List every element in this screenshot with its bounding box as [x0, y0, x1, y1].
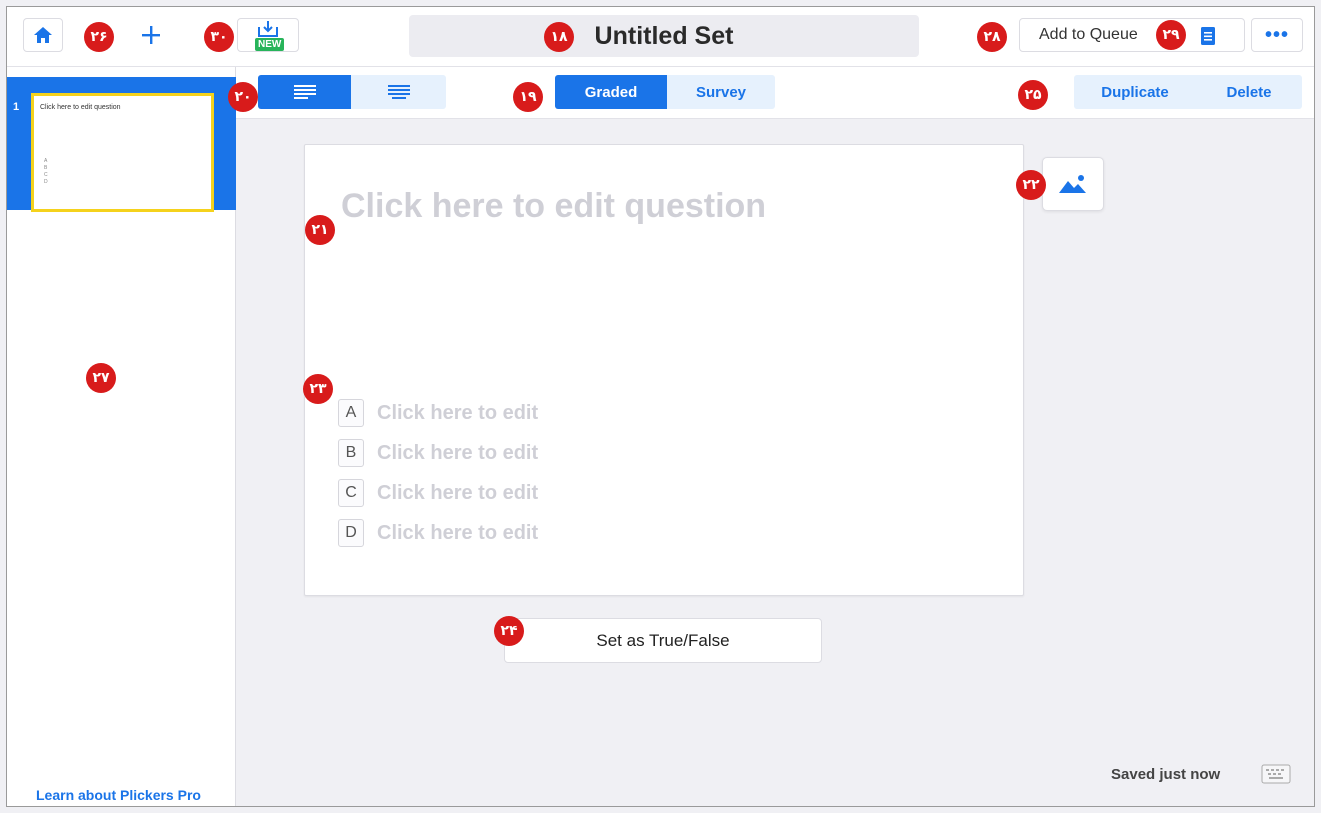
add-image-button[interactable] [1042, 157, 1104, 211]
answer-letter: D [338, 519, 364, 547]
thumbnail-answer: A [44, 158, 48, 164]
import-button[interactable]: NEW [237, 18, 299, 52]
keyboard-icon[interactable] [1261, 764, 1291, 784]
marker-21: ۲۱ [305, 215, 335, 245]
marker-24: ۲۴ [494, 616, 524, 646]
thumbnail-answer: B [44, 165, 48, 171]
survey-toggle[interactable]: Survey [667, 75, 775, 109]
answer-row[interactable]: A Click here to edit [338, 399, 538, 427]
answer-text-input[interactable]: Click here to edit [377, 402, 538, 425]
save-status: Saved just now [1111, 766, 1221, 783]
align-center-icon [387, 85, 410, 99]
align-left-button[interactable] [258, 75, 351, 109]
home-icon [34, 27, 52, 43]
align-center-button[interactable] [351, 75, 446, 109]
home-button[interactable] [23, 18, 63, 52]
set-true-false-button[interactable]: Set as True/False [504, 618, 822, 663]
learn-plickers-pro-link[interactable]: Learn about Plickers Pro [36, 787, 201, 803]
question-text-input[interactable]: Click here to edit question [341, 187, 766, 226]
align-left-icon [293, 85, 316, 99]
thumbnail-answer: C [44, 172, 48, 178]
marker-25: ۲۵ [1018, 80, 1048, 110]
new-badge: NEW [255, 38, 285, 51]
answer-row[interactable]: D Click here to edit [338, 519, 538, 547]
answer-text-input[interactable]: Click here to edit [377, 442, 538, 465]
answer-letter: B [338, 439, 364, 467]
set-title-input[interactable]: Untitled Set [409, 15, 919, 57]
delete-button[interactable]: Delete [1196, 75, 1302, 109]
marker-22: ۲۲ [1016, 170, 1046, 200]
more-options-button[interactable]: ••• [1251, 18, 1303, 52]
plus-icon [142, 26, 160, 44]
app-window: NEW Untitled Set Add to Queue ••• 1 Clic… [6, 6, 1315, 807]
marker-30: ۳۰ [204, 22, 234, 52]
set-title: Untitled Set [594, 21, 734, 50]
answer-text-input[interactable]: Click here to edit [377, 522, 538, 545]
answer-row[interactable]: C Click here to edit [338, 479, 538, 507]
question-toolbar: Graded Survey Duplicate Delete [236, 67, 1314, 119]
marker-27: ۲۷ [86, 363, 116, 393]
slide-sidebar: 1 Click here to edit question A B C D Le… [7, 67, 236, 806]
document-icon[interactable] [1200, 27, 1216, 45]
add-question-button[interactable] [131, 18, 171, 52]
duplicate-button[interactable]: Duplicate [1074, 75, 1196, 109]
graded-toggle[interactable]: Graded [555, 75, 667, 109]
import-icon [258, 21, 278, 37]
answer-letter: A [338, 399, 364, 427]
add-to-queue-button[interactable]: Add to Queue [1019, 18, 1245, 52]
slide-thumbnail[interactable]: Click here to edit question A B C D [31, 93, 214, 212]
thumbnail-question: Click here to edit question [40, 104, 121, 111]
image-icon [1059, 175, 1086, 193]
answer-letter: C [338, 479, 364, 507]
marker-26: ۲۶ [84, 22, 114, 52]
answer-text-input[interactable]: Click here to edit [377, 482, 538, 505]
add-to-queue-label: Add to Queue [1039, 26, 1138, 43]
thumbnail-answer: D [44, 179, 48, 185]
set-true-false-label: Set as True/False [596, 630, 730, 650]
marker-18: ۱۸ [544, 22, 574, 52]
slide-number: 1 [13, 101, 20, 113]
marker-19: ۱۹ [513, 82, 543, 112]
marker-29: ۲۹ [1156, 20, 1186, 50]
answer-row[interactable]: B Click here to edit [338, 439, 538, 467]
more-icon: ••• [1264, 23, 1289, 46]
marker-20: ۲۰ [228, 82, 258, 112]
question-card: Click here to edit question A Click here… [304, 144, 1024, 596]
marker-23: ۲۳ [303, 374, 333, 404]
thumbnail-answers: A B C D [44, 158, 48, 186]
slide-list-item[interactable]: 1 Click here to edit question A B C D [7, 77, 236, 212]
marker-28: ۲۸ [977, 22, 1007, 52]
